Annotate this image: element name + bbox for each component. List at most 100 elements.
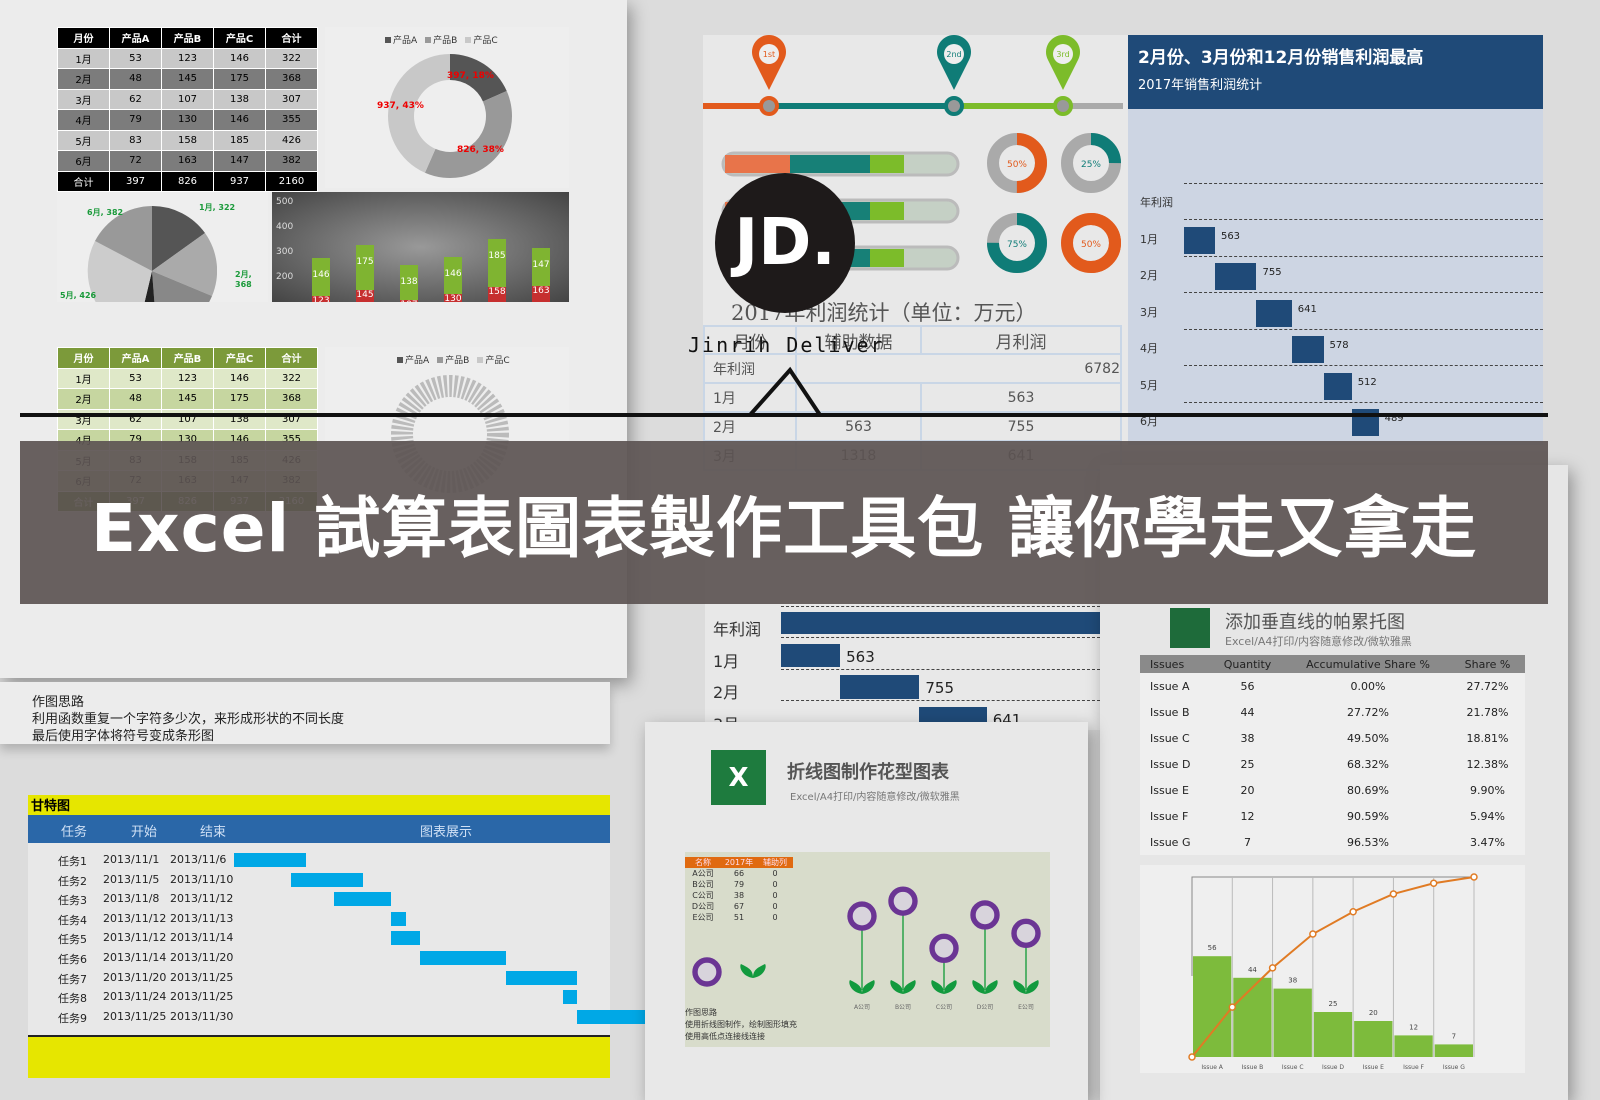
table-row: 1月 53 123 146 322 — [57, 47, 318, 69]
gantt-header-cell: 结束 — [200, 825, 227, 840]
flower-icon — [929, 933, 959, 964]
grid-line — [781, 605, 1100, 607]
gantt-cell: 2013/11/20 — [103, 970, 167, 984]
header-cell: Accumulative Share % — [1306, 657, 1430, 671]
flower-sheet: X 折线图制作花型图表 Excel/A4打印/内容随意修改/微软雅黑 名称 201… — [645, 722, 1088, 1100]
legend-label: 产品A — [393, 36, 418, 46]
grid-line — [1184, 401, 1543, 403]
table-cell: 147 — [213, 150, 266, 172]
legend-swatch — [465, 37, 472, 43]
donut-slice — [424, 90, 512, 179]
table-cell: 146 — [213, 367, 266, 389]
header-cell: 月份 — [57, 347, 110, 369]
total-row: 合计3978269372160 — [57, 170, 318, 192]
table-cell: 123 — [161, 47, 214, 69]
logo-pointer — [748, 366, 822, 417]
table-cell: 4月 — [57, 109, 110, 131]
gantt-cell: 任务6 — [58, 953, 87, 966]
legend-item: 产品C — [477, 356, 510, 366]
bar-label: 38 — [1288, 977, 1297, 985]
divider-line — [20, 413, 1548, 417]
table-cell: 79 — [109, 109, 162, 131]
table-cell: 6月 — [57, 150, 110, 172]
table-cell: 163 — [161, 150, 214, 172]
gantt-bar — [391, 931, 420, 946]
waterfall-bar — [1256, 299, 1292, 327]
pin-label: 2nd — [946, 50, 961, 59]
sales-table: 月份 产品A 产品B 产品C 合计 1月 53 123 146 322 2月 48 145 175 368 3… — [57, 27, 318, 192]
flower-note: 使用折线图制作，绘制图形填充 — [685, 1020, 797, 1029]
legend-label: 产品A — [405, 356, 430, 366]
table-cell: 130 — [161, 109, 214, 131]
jd-logo: JD. — [715, 173, 855, 313]
table-cell: 107 — [161, 88, 214, 110]
legend-label: 产品B — [433, 36, 458, 46]
flower-title: 折线图制作花型图表 — [787, 762, 949, 783]
table-header: 月份 产品A 产品B 产品C 合计 — [57, 27, 318, 49]
legend-item: 产品C — [465, 36, 498, 46]
bar-product-a: 163 — [532, 285, 550, 302]
gantt-cell: 任务5 — [58, 933, 87, 947]
waterfall-bar — [840, 675, 920, 699]
table-cell: 123 — [161, 367, 214, 389]
bar-label: 138 — [400, 276, 418, 287]
bar-value: 755 — [1262, 267, 1282, 278]
table-cell: Issue E — [1150, 783, 1189, 797]
category-label: 5月 — [1140, 378, 1158, 392]
table-row: Issue C 38 49.50% 18.81% — [1140, 725, 1525, 751]
waterfall-chart: 年利润 1月 563 2月 755 3月 641 4月 578 5月 512 6月 489 — [1128, 175, 1543, 445]
table-row: Issue E 20 80.69% 9.90% — [1140, 777, 1525, 803]
table-cell: 146 — [213, 47, 266, 69]
x-tick: A公司 — [854, 1004, 870, 1011]
pie-label: 6月, 382 — [87, 208, 124, 217]
table-cell: Issue F — [1150, 809, 1189, 823]
bar-label: 20 — [1369, 1009, 1378, 1017]
donut-chart: 产品A 产品B 产品C 397, 18% 826, 38% 937, 43% — [325, 27, 569, 188]
grid-line — [1184, 255, 1543, 257]
table-cell: Issue B — [1150, 705, 1190, 719]
header-cell: 月份 — [57, 27, 110, 49]
table-cell: 56 — [1240, 679, 1255, 693]
table-row: Issue B 44 27.72% 21.78% — [1140, 699, 1525, 725]
banner-title: Excel 試算表圖表製作工具包 讓你學走又拿走 — [20, 441, 1548, 604]
table-cell: 27.72% — [1347, 705, 1389, 719]
bar-value: 512 — [1357, 376, 1377, 388]
bar-label: 44 — [1248, 966, 1257, 974]
pareto-bar — [1193, 956, 1232, 1057]
timeline-node — [1053, 96, 1073, 116]
waterfall-subtitle: 2017年销售利润统计 — [1138, 78, 1263, 93]
pareto-table: Issues Quantity Accumulative Share % Share … — [1140, 655, 1525, 855]
gantt-header-cell: 图表展示 — [420, 825, 473, 840]
table-header: 月份 产品A 产品B 产品C 合计 — [57, 347, 318, 369]
table-cell: 5月 — [57, 129, 110, 151]
table-cell: 0.00% — [1350, 679, 1386, 693]
gantt-footer — [28, 1035, 610, 1078]
table-cell: 158 — [161, 129, 214, 151]
pareto-bar — [1434, 1044, 1473, 1057]
x-tick: B公司 — [895, 1004, 911, 1011]
bar-label: 7 — [1452, 1032, 1456, 1040]
bar-label: 12 — [1409, 1023, 1418, 1031]
legend-item: 产品A — [385, 36, 417, 46]
note-panel: 作图思路 利用函数重复一个字符多少次，来形成形状的不同长度 最后使用字体将符号变… — [0, 682, 610, 744]
flower-chart-panel: 名称 2017年 辅助列 A公司 66 0 B公司 79 0 C公司 38 0 D公司 67 0 E公司 51 0… — [685, 852, 1050, 1047]
y-tick: 500 — [276, 197, 294, 207]
table-cell: Issue C — [1150, 731, 1190, 745]
grid-line — [1184, 182, 1543, 184]
header-cell: Quantity — [1223, 657, 1272, 671]
table-cell: 138 — [213, 88, 266, 110]
table-row: 4月79130146355 — [57, 109, 318, 131]
table-cell: 1月 — [57, 367, 110, 389]
line-point — [1389, 890, 1398, 898]
gantt-cell: 2013/11/30 — [170, 1009, 234, 1023]
bar-value: 578 — [1329, 340, 1349, 351]
table-cell: 937 — [213, 170, 266, 192]
header-cell: 产品C — [213, 347, 266, 369]
legend-label: 产品B — [445, 356, 470, 366]
header-cell: 合计 — [265, 27, 318, 49]
table-cell: 27.72% — [1466, 679, 1509, 693]
bar-label: 146 — [312, 270, 330, 281]
donut-chart-2: 产品A 产品B 产品C — [325, 347, 569, 493]
bar-label: 56 — [1208, 944, 1217, 952]
x-tick: Issue F — [1403, 1064, 1424, 1071]
